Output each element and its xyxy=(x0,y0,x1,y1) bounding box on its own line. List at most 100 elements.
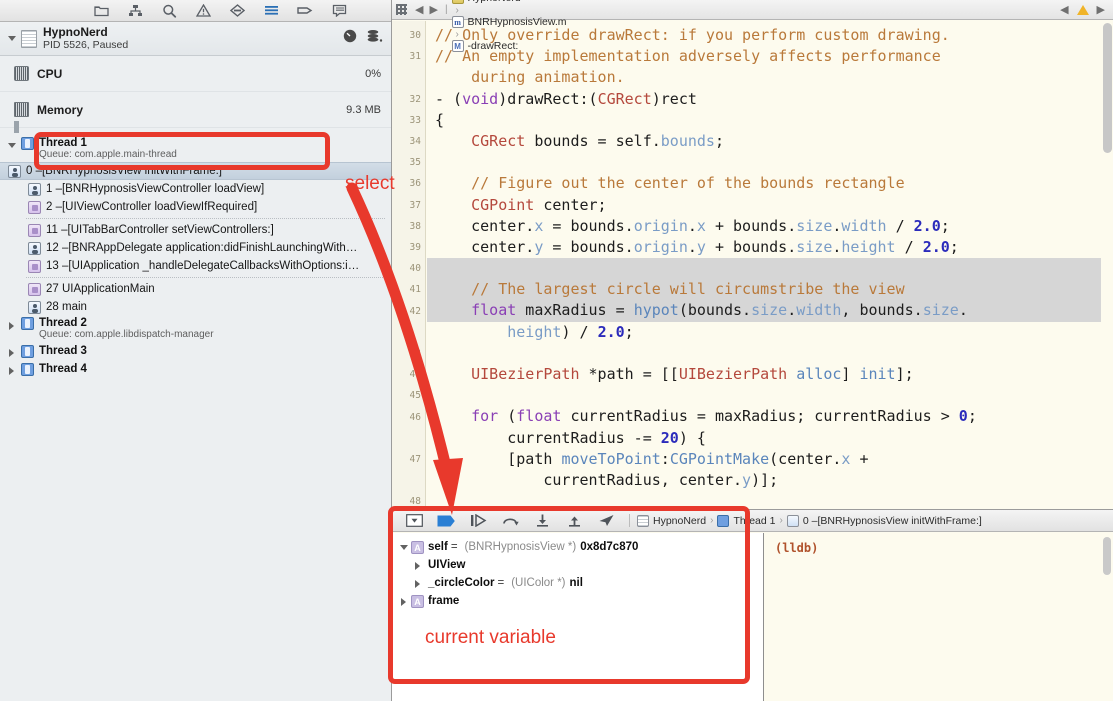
editor-scrollbar[interactable] xyxy=(1103,23,1112,153)
stack-frame-row[interactable]: 11 –[UITabBarController setViewControlle… xyxy=(0,221,391,239)
stack-frame-row[interactable]: 12 –[BNRAppDelegate application:didFinis… xyxy=(0,239,391,257)
step-into-icon[interactable] xyxy=(526,511,558,531)
hierarchy-icon[interactable] xyxy=(118,1,152,21)
report-icon[interactable] xyxy=(322,1,356,21)
search-icon[interactable] xyxy=(152,1,186,21)
argument-badge: A xyxy=(411,540,424,554)
thread-disclosure-triangle[interactable] xyxy=(6,139,19,152)
process-header-row[interactable]: HypnoNerd PID 5526, Paused xyxy=(0,22,391,56)
line-number: 32 xyxy=(409,93,421,105)
previous-issue-button[interactable]: ◀ xyxy=(1057,3,1071,16)
memory-value: 9.3 MB xyxy=(346,103,381,116)
variable-row[interactable]: Aframe xyxy=(392,592,763,610)
variable-disclosure-triangle[interactable] xyxy=(398,541,411,554)
variable-disclosure-triangle[interactable] xyxy=(412,559,425,572)
code-line: center.x = bounds.origin.x + bounds.size… xyxy=(435,216,950,235)
stack-icon[interactable] xyxy=(366,29,383,48)
stack-frame-row[interactable]: 1 –[BNRHypnosisViewController loadView] xyxy=(0,180,391,198)
issue-navigation-controls: ◀ ▶ xyxy=(1057,3,1108,16)
stack-frame-label: 13 –[UIApplication _handleDelegateCallba… xyxy=(46,260,360,272)
debug-bar-divider xyxy=(629,514,630,527)
nav-forward-button[interactable]: ▶ xyxy=(426,3,440,16)
console-view[interactable]: (lldb) xyxy=(765,533,1113,701)
variable-row[interactable]: UIView xyxy=(392,556,763,574)
code-line: CGRect bounds = self.bounds; xyxy=(471,131,724,150)
frame-type-icon xyxy=(28,241,41,255)
debug-breadcrumb-item[interactable]: Thread 1 xyxy=(717,514,776,527)
debug-breadcrumb: HypnoNerd › Thread 1 › 0 –[BNRHypnosisView i… xyxy=(637,514,982,527)
stack-frame-row[interactable]: 13 –[UIApplication _handleDelegateCallba… xyxy=(0,257,391,275)
line-number: 30 xyxy=(409,30,421,41)
step-out-icon[interactable] xyxy=(558,511,590,531)
thread-disclosure-triangle[interactable] xyxy=(6,319,19,332)
thread-text: Thread 3 xyxy=(39,345,87,357)
line-number: 39 xyxy=(409,242,421,253)
thread-list-separator xyxy=(26,277,385,278)
variable-disclosure-triangle[interactable] xyxy=(412,577,425,590)
thread-text: Thread 2 Queue: com.apple.libdispatch-man… xyxy=(39,317,214,340)
warning-icon[interactable] xyxy=(1076,4,1089,15)
thread-row[interactable]: Thread 4 xyxy=(0,360,391,378)
stack-frame-label: 1 –[BNRHypnosisViewController loadView] xyxy=(46,183,265,195)
variable-equals: = xyxy=(450,541,458,553)
cpu-gauge-row[interactable]: CPU 0% xyxy=(0,56,391,92)
frame-type-icon xyxy=(28,300,41,314)
warning-icon[interactable] xyxy=(186,1,220,21)
console-prompt: (lldb) xyxy=(775,541,819,555)
process-disclosure-triangle[interactable] xyxy=(6,32,19,45)
thread-row[interactable]: Thread 2 Queue: com.apple.libdispatch-man… xyxy=(0,316,391,342)
memory-icon xyxy=(14,102,29,117)
variables-view[interactable]: Aself = (BNRHypnosisView *) 0x8d7c870 UIView… xyxy=(392,533,764,701)
variable-row[interactable]: _circleColor = (UIColor *) nil xyxy=(392,574,763,592)
tag-icon[interactable] xyxy=(288,1,322,21)
folder-icon[interactable] xyxy=(84,1,118,21)
code-line: // Figure out the center of the bounds r… xyxy=(471,174,905,193)
variable-disclosure-triangle[interactable] xyxy=(398,595,411,608)
code-line: for (float currentRadius = maxRadius; cu… xyxy=(471,407,977,426)
stack-frame-label: 12 –[BNRAppDelegate application:didFinis… xyxy=(46,242,358,254)
thread-name: Thread 3 xyxy=(39,345,87,357)
thread-stack-list: Thread 1 Queue: com.apple.main-thread 0 –[… xyxy=(0,128,391,378)
stack-frame-row[interactable]: 2 –[UIViewController loadViewIfRequired] xyxy=(0,198,391,216)
debug-breadcrumb-item[interactable]: HypnoNerd xyxy=(637,514,706,527)
line-number: 41 xyxy=(409,284,421,296)
breadcrumb-item[interactable]: HypnoNerd xyxy=(451,0,567,4)
thread-row[interactable]: Thread 3 xyxy=(0,342,391,360)
nav-back-button[interactable]: ◀ xyxy=(412,3,426,16)
thread-icon xyxy=(21,362,34,376)
stack-frame-row[interactable]: 28 main xyxy=(0,298,391,316)
thread-list-separator xyxy=(26,218,385,219)
stack-frame-row[interactable]: 0 –[BNRHypnosisView initWithFrame:] xyxy=(0,162,391,180)
memory-gauge-row[interactable]: Memory 9.3 MB xyxy=(0,92,391,133)
step-over-icon[interactable] xyxy=(494,511,526,531)
toggle-console-icon[interactable] xyxy=(398,511,430,531)
debug-toolbar: HypnoNerd › Thread 1 › 0 –[BNRHypnosisView i… xyxy=(392,510,1113,532)
thread-disclosure-triangle[interactable] xyxy=(6,364,19,377)
thread-queue: Queue: com.apple.main-thread xyxy=(39,149,177,160)
process-icon xyxy=(21,29,37,48)
debug-navigator-icon[interactable] xyxy=(254,1,288,21)
breakpoint-diamond-icon[interactable] xyxy=(220,1,254,21)
line-number: 33 xyxy=(409,114,421,126)
stack-frame-row[interactable]: 27 UIApplicationMain xyxy=(0,280,391,298)
thread-name: Thread 2 xyxy=(39,317,87,329)
simulate-location-icon[interactable] xyxy=(590,511,622,531)
variable-value: nil xyxy=(569,577,583,589)
debug-breadcrumb-item[interactable]: 0 –[BNRHypnosisView initWithFrame:] xyxy=(786,514,982,527)
variable-row[interactable]: Aself = (BNRHypnosisView *) 0x8d7c870 xyxy=(392,538,763,556)
next-issue-button[interactable]: ▶ xyxy=(1094,3,1108,16)
thread-row[interactable]: Thread 1 Queue: com.apple.main-thread xyxy=(0,136,391,162)
cpu-icon xyxy=(14,66,29,81)
debug-navigator-panel: HypnoNerd PID 5526, Paused CPU 0% Memory… xyxy=(0,0,392,701)
process-icon xyxy=(637,514,649,527)
thread-disclosure-triangle[interactable] xyxy=(6,346,19,359)
code-line: // Only override drawRect: if you perfor… xyxy=(435,26,950,44)
breakpoint-icon[interactable] xyxy=(430,511,462,531)
thread-icon xyxy=(21,137,34,150)
code-line: float maxRadius = hypot(bounds.size.widt… xyxy=(427,300,1101,322)
console-scrollbar[interactable] xyxy=(1103,537,1111,575)
related-items-icon[interactable] xyxy=(396,4,407,15)
gauge-icon[interactable] xyxy=(343,29,357,48)
continue-icon[interactable] xyxy=(462,511,494,531)
